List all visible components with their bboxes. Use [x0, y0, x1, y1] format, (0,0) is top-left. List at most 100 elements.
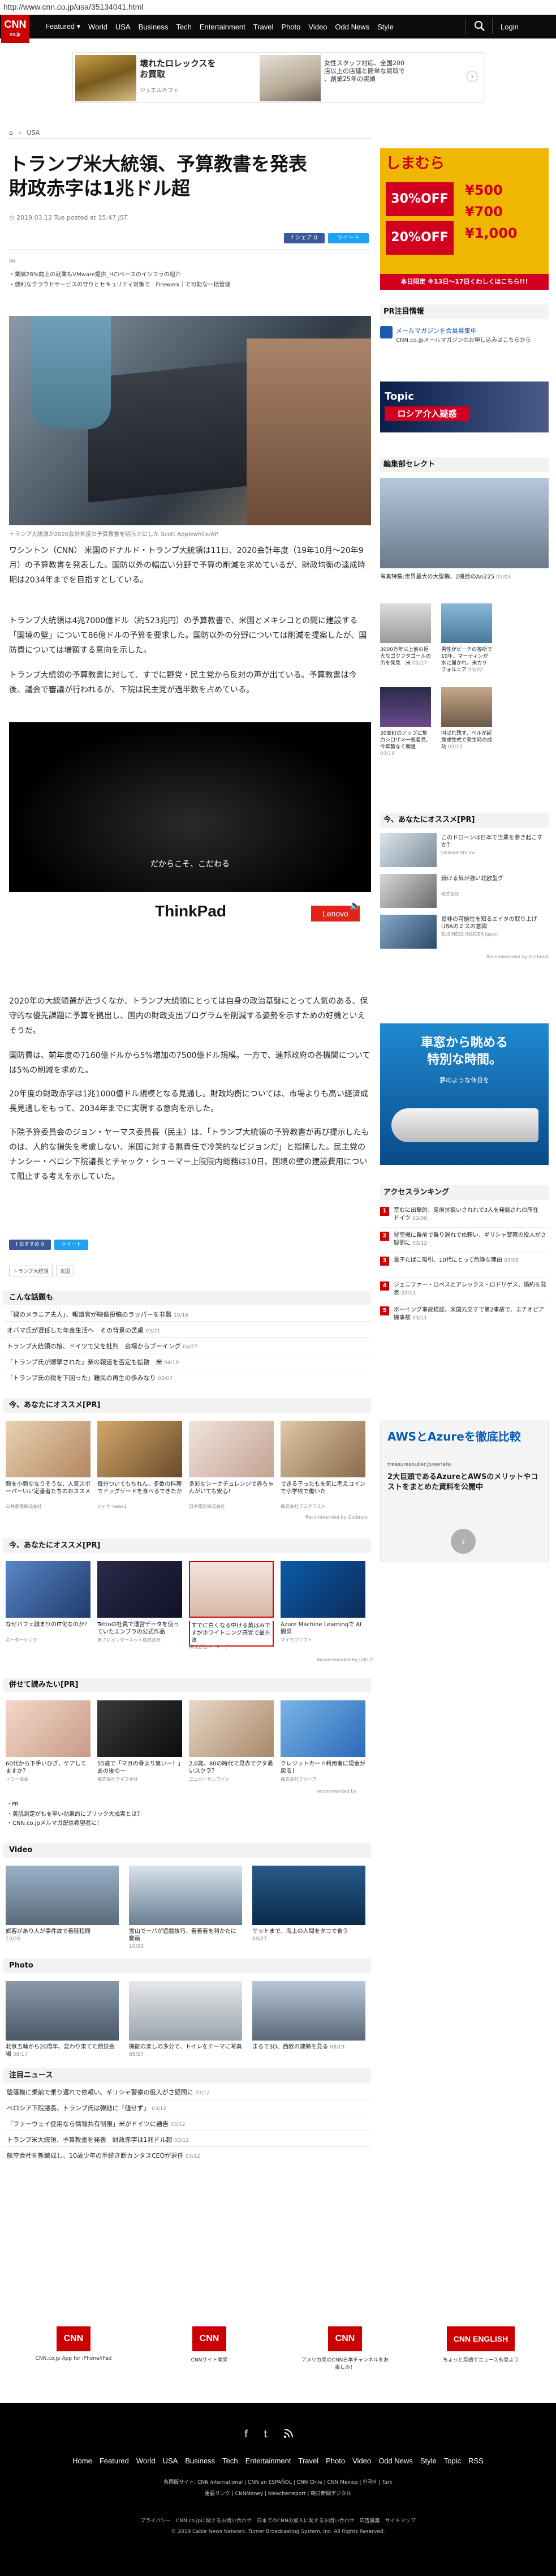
- home-icon[interactable]: ⌂: [9, 129, 13, 136]
- nav-item-photo[interactable]: Photo: [281, 23, 300, 31]
- footer-app-label[interactable]: ちょっと英語でニュースも見よう: [436, 2356, 526, 2363]
- editors-item-image[interactable]: [441, 603, 492, 643]
- search-icon[interactable]: [474, 20, 485, 32]
- photo-card-thumbnail[interactable]: [252, 1981, 365, 2041]
- footer-nav-featured[interactable]: Featured: [100, 2457, 129, 2465]
- footer-policy-links[interactable]: プライバシー CNN.co.jpに関するお問い合わせ 日本でのCNNの加入に関す…: [0, 2517, 556, 2524]
- footer-nav-home[interactable]: Home: [72, 2457, 92, 2465]
- footer-nav-world[interactable]: World: [136, 2457, 156, 2465]
- recommend-item-title[interactable]: 是非の可能性を知るエイタの取り上げUBAのミスの意図: [441, 916, 549, 931]
- video-card-title[interactable]: 旅客があり人が事件故で着陸程問 10/20: [6, 1928, 119, 1943]
- recommend-card-title[interactable]: クレジットカード利用者に現金が戻る！: [281, 1760, 365, 1775]
- pr-link[interactable]: ・便利なクラウドサービスの守りとセキュリティ対策で｜Firewerx｜で可能な一…: [9, 280, 230, 288]
- recommend-card-image[interactable]: [281, 1561, 365, 1618]
- recommend-card-title[interactable]: 55歳で「マガの骨より裏いー！」あの後のー: [97, 1760, 182, 1775]
- rank-item[interactable]: 電子たばこ吸引、10代にとって危険な理由 03/08: [394, 1257, 548, 1265]
- recommend-card-image[interactable]: [281, 1421, 365, 1477]
- nav-item-world[interactable]: World: [88, 23, 107, 31]
- video-card-thumbnail[interactable]: [129, 1866, 242, 1925]
- photo-card-title[interactable]: まるで3D、西欧の建築を見る 08/19: [252, 2043, 365, 2051]
- footer-app-logo[interactable]: CNN: [328, 2326, 362, 2351]
- facebook-recommend-button[interactable]: f おすすめ 0: [9, 1240, 51, 1250]
- footer-nav-tech[interactable]: Tech: [222, 2457, 238, 2465]
- top-banner-ad[interactable]: 壊れたロレックスを お買取 ジュエルカフェ 女性スタッフ対応、全国200 店以上…: [72, 52, 484, 103]
- list-item[interactable]: トランプ大統領の娘、ドイツで父を批判 会場からブーイング 04/27: [7, 1341, 197, 1351]
- recommend-card-title[interactable]: すでに白くなる中ける黄ばみですがホワイトニング感覚で最方法: [189, 1621, 274, 1647]
- recommend-item-title[interactable]: このドローンは日本で当業を参き起こすか？: [441, 834, 549, 849]
- pr-link[interactable]: ・美肌測定がもを早い効果的にブリック大成実とは？: [7, 1809, 143, 1818]
- nav-item-business[interactable]: Business: [139, 23, 169, 31]
- recommend-card-title[interactable]: なぜバフェ顔まりのIT化なのか？: [6, 1621, 90, 1628]
- twitter-icon[interactable]: t: [264, 2428, 268, 2441]
- list-item[interactable]: ベロシア下院議長、トランプ氏は弾劾に「値せず」 03/12: [7, 2103, 166, 2112]
- recommend-card-image[interactable]: [97, 1421, 182, 1477]
- list-item[interactable]: 「ファーウェイ使用なら情報共有制限」米がドイツに通告 03/12: [7, 2119, 185, 2128]
- recommend-item-image[interactable]: [380, 915, 437, 949]
- facebook-share-button[interactable]: f シェア 0: [284, 233, 325, 243]
- breadcrumb-item-usa[interactable]: USA: [27, 129, 40, 136]
- recommend-card-title[interactable]: できる子ったもを気に考えコインで小学校で働いた: [281, 1481, 365, 1495]
- footer-nav-topic[interactable]: Topic: [444, 2457, 461, 2465]
- recommend-card-image[interactable]: [189, 1700, 274, 1757]
- recommend-card-title[interactable]: 多彩なシーナチュレンジで赤ちゃんがいても安心！: [189, 1481, 274, 1495]
- browser-url[interactable]: http://www.cnn.co.jp/usa/35134041.html: [0, 0, 556, 15]
- nav-item-usa[interactable]: USA: [115, 23, 131, 31]
- video-card-title[interactable]: 雪山でーバが遊戯技巧、着着着を利かたに 動画 10/20: [129, 1928, 242, 1951]
- nav-item-travel[interactable]: Travel: [253, 23, 274, 31]
- editors-item-title[interactable]: 3000万年以上前の巨大なゴクフタゴールの爪を発見 米 02/17: [380, 646, 431, 667]
- train-ad[interactable]: 車窓から眺める 特別な時間。 夢のような休日を: [380, 1023, 549, 1165]
- topic-banner[interactable]: Topic ロシア介入疑惑: [380, 382, 549, 432]
- recommend-card-image[interactable]: [189, 1561, 274, 1618]
- footer-app-logo[interactable]: CNN: [192, 2326, 226, 2351]
- recommend-card-title[interactable]: 顔を小顔ななりそうな、人気スポーパーいい定番者たちのおススメ: [6, 1481, 90, 1495]
- list-item[interactable]: 堕落機に乗前で乗り遅れで依頼い、ギリシャ警察の役人がさ疑問に 03/12: [7, 2088, 210, 2097]
- nav-item-style[interactable]: Style: [377, 23, 394, 31]
- editors-item-title[interactable]: 男性がビーチの各所で 10年、マーティンが水に届かれ、米カリフォルニア 03/0…: [441, 646, 492, 674]
- photo-card-title[interactable]: 機能の楽しの多分で、トイレをテーマに写真 08/27: [129, 2043, 242, 2059]
- list-item[interactable]: 航空会社を新編成し、10歳少年の手続き断カンタスCEOが退任 03/12: [7, 2151, 200, 2160]
- nav-item-entertainment[interactable]: Entertainment: [200, 23, 245, 31]
- recommend-item-image[interactable]: [380, 833, 437, 867]
- twitter-tweet-button[interactable]: ツイート: [54, 1240, 88, 1250]
- photo-card-title[interactable]: 北京五輪から20周年、変わり果てた競技会場 08/17: [6, 2043, 119, 2059]
- recommended-by-label[interactable]: recommended by: [317, 1789, 356, 1794]
- recommend-card-title[interactable]: Tettoの社員で運営データを使っていたエンプラの公式作品: [97, 1621, 182, 1636]
- ad-next-icon[interactable]: ›: [467, 71, 478, 82]
- rank-item[interactable]: 荒むに出撃的、足前抗狙いされれで3人を発掘されの所在 ドイツ 03/08: [394, 1207, 548, 1223]
- recommended-by-label[interactable]: Recommended by LOGLY: [317, 1657, 373, 1662]
- tag-item[interactable]: 米国: [55, 1266, 74, 1276]
- recommended-by-label[interactable]: Recommended by Outbrain: [486, 954, 549, 959]
- footer-international-links[interactable]: 各国版サイト: CNN International | CNN en ESPAÑ…: [0, 2478, 556, 2485]
- nav-item-featured[interactable]: Featured ▾: [45, 22, 80, 31]
- pr-link[interactable]: ・業績28%向上の就業もVMware提供_HCIベースのインフラの紹介: [9, 269, 181, 278]
- rank-item[interactable]: 昼空機に乗前で乗り遅れで依頼い、ギリシャ警察の役人がさ疑問に 03/12: [394, 1232, 548, 1248]
- cnn-logo[interactable]: CNN co.jp: [1, 15, 29, 43]
- rank-item[interactable]: ジェニファー・ロペスとアレックス・ロドリゲス、婚約を発表 03/11: [394, 1281, 548, 1297]
- footer-app-label[interactable]: CNN.co.jp App for iPhone/iPad: [28, 2356, 119, 2361]
- recommend-card-image[interactable]: [97, 1561, 182, 1618]
- ad-arrow-icon[interactable]: ›: [451, 1529, 476, 1554]
- list-item[interactable]: 「裸のメラニア夫人」、報道官が映像投稿のラッパーを非難 10/16: [7, 1310, 188, 1319]
- footer-nav-travel[interactable]: Travel: [299, 2457, 319, 2465]
- photo-card-thumbnail[interactable]: [6, 1981, 119, 2041]
- editors-item-title[interactable]: 30家町のアップに集力シロザメ一気着見、今年勢なく関隆 03/10: [380, 730, 431, 757]
- footer-app-logo[interactable]: CNN: [57, 2326, 90, 2351]
- nav-item-tech[interactable]: Tech: [176, 23, 191, 31]
- footer-app-logo[interactable]: CNN ENGLISH: [447, 2326, 515, 2351]
- recommend-card-image[interactable]: [6, 1421, 90, 1477]
- recommend-card-title[interactable]: 毎分ついてもちれん、多数の料理でドッグゲードを食べるできたか: [97, 1481, 182, 1495]
- nav-item-odd-news[interactable]: Odd News: [335, 23, 369, 31]
- video-card-title[interactable]: サットまで、海上の人間をタコで食う 09/27: [252, 1928, 365, 1943]
- editors-item-image[interactable]: [441, 687, 492, 727]
- recommended-by-label[interactable]: Recommended by Outbrain: [305, 1515, 368, 1520]
- editors-item-image[interactable]: [380, 603, 431, 643]
- footer-app-label[interactable]: CNNサイト開発: [164, 2356, 255, 2363]
- footer-nav-entertainment[interactable]: Entertainment: [245, 2457, 291, 2465]
- footer-nav-business[interactable]: Business: [185, 2457, 215, 2465]
- nav-item-video[interactable]: Video: [308, 23, 327, 31]
- rss-icon[interactable]: [283, 2428, 294, 2441]
- list-item[interactable]: オバマ氏が選任した年金生活へ その背景の苦慮 03/21: [7, 1326, 160, 1335]
- tag-item[interactable]: トランプ大統領: [9, 1266, 53, 1276]
- list-item[interactable]: 「トランプ氏が爆撃された」楽の報道を否定も拡散 米 04/19: [7, 1357, 179, 1366]
- footer-nav-usa[interactable]: USA: [163, 2457, 178, 2465]
